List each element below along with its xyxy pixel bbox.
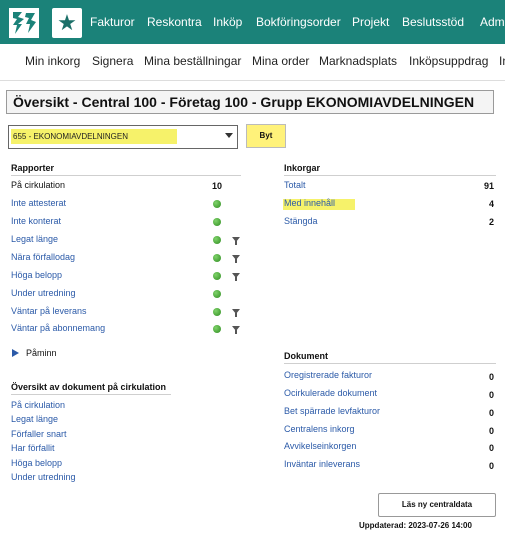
dokument-link-invantar-inleverans[interactable]: Inväntar inleverans <box>284 459 360 469</box>
nav-fakturor[interactable]: Fakturor <box>90 0 135 44</box>
page-title-bar: Översikt - Central 100 - Företag 100 - G… <box>6 90 494 114</box>
dokument-count: 0 <box>488 426 494 436</box>
status-dot-icon <box>213 272 221 280</box>
filter-icon[interactable] <box>232 237 240 245</box>
dokument-link-oregistrerade-fakturor[interactable]: Oregistrerade fakturor <box>284 370 372 380</box>
inkorg-link-stangda[interactable]: Stängda <box>284 216 318 226</box>
status-dot-icon <box>213 200 221 208</box>
subnav-more[interactable]: In <box>499 44 505 78</box>
top-nav: ★ Fakturor Reskontra Inköp Bokföringsord… <box>0 0 505 44</box>
filter-icon[interactable] <box>232 255 240 263</box>
oversikt-link-legat-lange[interactable]: Legat länge <box>11 414 58 424</box>
rapport-link-legat-lange[interactable]: Legat länge <box>11 234 58 244</box>
inkorg-totalt-count: 91 <box>483 181 494 191</box>
nav-bokforingsorder[interactable]: Bokföringsorder <box>256 0 341 44</box>
dokument-count: 0 <box>488 390 494 400</box>
refresh-data-button[interactable]: Läs ny centraldata <box>378 493 496 517</box>
divider <box>11 175 241 176</box>
subnav-min-inkorg[interactable]: Min inkorg <box>25 44 80 78</box>
dokument-count: 0 <box>488 461 494 471</box>
updated-timestamp: Uppdaterad: 2023-07-26 14:00 <box>359 521 472 530</box>
divider <box>11 394 171 395</box>
filter-icon[interactable] <box>232 326 240 334</box>
rapport-link-inte-konterat[interactable]: Inte konterat <box>11 216 61 226</box>
subnav-marknadsplats[interactable]: Marknadsplats <box>319 44 397 78</box>
dokument-count: 0 <box>488 408 494 418</box>
inkorg-link-totalt[interactable]: Totalt <box>284 180 306 190</box>
rapporter-heading: Rapporter <box>11 163 55 173</box>
dokument-count: 0 <box>488 443 494 453</box>
dokument-link-ocirkulerade-dokument[interactable]: Ocirkulerade dokument <box>284 388 377 398</box>
filter-icon[interactable] <box>232 273 240 281</box>
favorites-star-icon[interactable]: ★ <box>52 8 82 38</box>
status-dot-icon <box>213 218 221 226</box>
nav-inkop[interactable]: Inköp <box>213 0 242 44</box>
oversikt-link-har-forfallit[interactable]: Har förfallit <box>11 443 55 453</box>
inkorg-link-med-innehall[interactable]: Med innehåll <box>284 198 335 208</box>
rapport-link-under-utredning[interactable]: Under utredning <box>11 288 76 298</box>
rapport-link-nara-forfallodag[interactable]: Nära förfallodag <box>11 252 75 262</box>
oversikt-link-hoga-belopp[interactable]: Höga belopp <box>11 458 62 468</box>
status-dot-icon <box>213 290 221 298</box>
subnav-mina-order[interactable]: Mina order <box>252 44 309 78</box>
sub-nav: Min inkorg Signera Mina beställningar Mi… <box>0 44 505 81</box>
subnav-mina-bestallningar[interactable]: Mina beställningar <box>144 44 241 78</box>
dokument-heading: Dokument <box>284 351 329 361</box>
dokument-link-avvikelseinkorgen[interactable]: Avvikelseinkorgen <box>284 441 356 451</box>
divider <box>284 363 496 364</box>
dokument-link-bet-sparrade-levfakturor[interactable]: Bet spärrade levfakturor <box>284 406 380 416</box>
nav-beslutsstod[interactable]: Beslutsstöd <box>402 0 464 44</box>
arrow-right-icon <box>12 349 19 357</box>
filter-icon[interactable] <box>232 309 240 317</box>
rapport-link-hoga-belopp[interactable]: Höga belopp <box>11 270 62 280</box>
dokument-count: 0 <box>488 372 494 382</box>
inkorgar-heading: Inkorgar <box>284 163 321 173</box>
nav-reskontra[interactable]: Reskontra <box>147 0 202 44</box>
rapport-link-inte-attesterat[interactable]: Inte attesterat <box>11 198 66 208</box>
group-select-value: 655 - EKONOMIAVDELNINGEN <box>13 132 128 141</box>
oversikt-link-pa-cirkulation[interactable]: På cirkulation <box>11 400 65 410</box>
rapporter-pa-cirkulation: På cirkulation <box>11 180 66 190</box>
rapport-link-vantar-pa-abonnemang[interactable]: Väntar på abonnemang <box>11 323 105 333</box>
dokument-link-centralens-inkorg[interactable]: Centralens inkorg <box>284 424 355 434</box>
paminn-link[interactable]: Påminn <box>26 348 57 358</box>
subnav-inkopsuppdrag[interactable]: Inköpsuppdrag <box>409 44 488 78</box>
chevron-down-icon <box>225 133 233 138</box>
inkorg-stangda-count: 2 <box>488 217 494 227</box>
logo-icon[interactable] <box>9 8 39 38</box>
status-dot-icon <box>213 325 221 333</box>
rapport-link-vantar-pa-leverans[interactable]: Väntar på leverans <box>11 306 87 316</box>
oversikt-link-forfaller-snart[interactable]: Förfaller snart <box>11 429 67 439</box>
subnav-signera[interactable]: Signera <box>92 44 133 78</box>
divider <box>284 175 496 176</box>
nav-projekt[interactable]: Projekt <box>352 0 389 44</box>
switch-button[interactable]: Byt <box>246 124 286 148</box>
status-dot-icon <box>213 236 221 244</box>
page-title: Översikt - Central 100 - Företag 100 - G… <box>13 94 475 110</box>
inkorg-med-innehall-count: 4 <box>488 199 494 209</box>
status-dot-icon <box>213 254 221 262</box>
status-dot-icon <box>213 308 221 316</box>
group-select[interactable]: 655 - EKONOMIAVDELNINGEN <box>8 125 238 149</box>
oversikt-link-under-utredning[interactable]: Under utredning <box>11 472 76 482</box>
oversikt-heading: Översikt av dokument på cirkulation <box>11 382 167 392</box>
rapporter-pa-cirkulation-count: 10 <box>211 181 222 191</box>
nav-administration[interactable]: Adm <box>480 0 505 44</box>
